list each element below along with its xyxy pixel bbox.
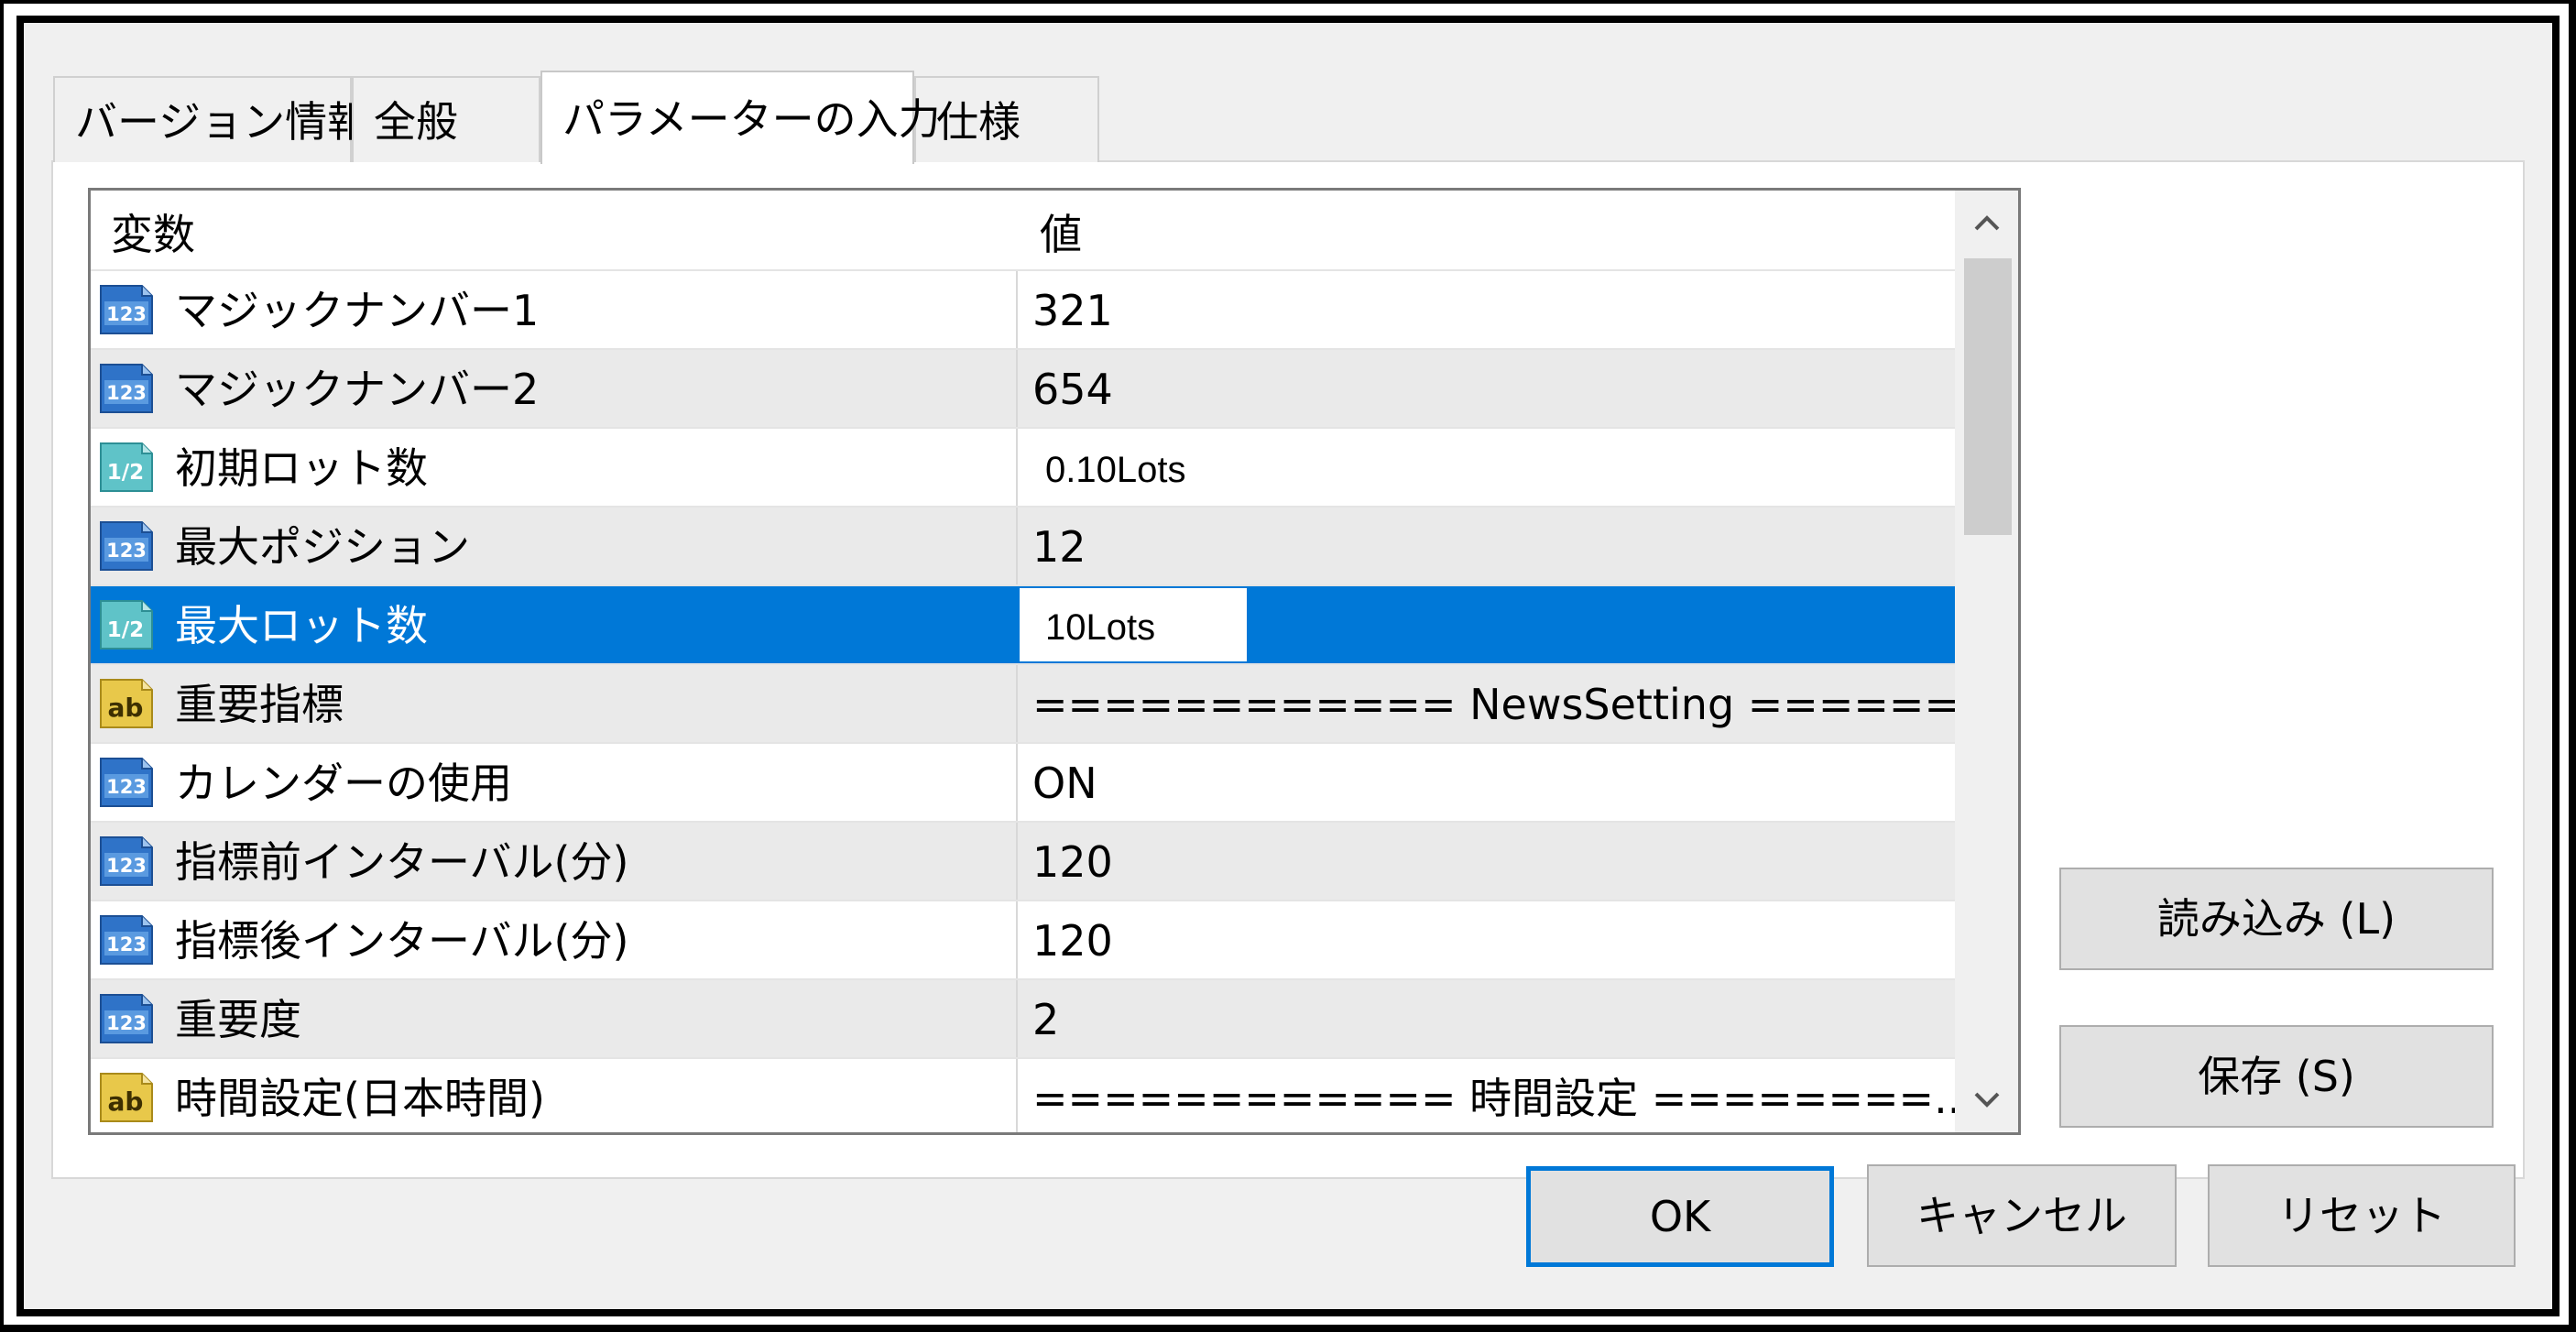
variable-name: マジックナンバー1	[175, 286, 540, 335]
value-cell[interactable]: ============ NewsSetting ======...	[1018, 665, 1955, 742]
double-half-icon: 1/2	[98, 598, 155, 651]
svg-text:123: 123	[106, 1012, 147, 1034]
variable-name-cell[interactable]: 123 重要度	[91, 980, 1018, 1057]
scroll-up-arrow-icon[interactable]	[1955, 191, 2018, 255]
svg-text:ab: ab	[108, 1086, 144, 1117]
tab-input-parameters[interactable]: パラメーターの入力	[540, 71, 941, 164]
load-button[interactable]: 読み込み (L)	[2059, 868, 2494, 970]
variable-name-cell[interactable]: 1/2 最大ロット数	[91, 586, 1018, 663]
variable-name-cell[interactable]: 123 指標前インターバル(分)	[91, 823, 1018, 900]
int-123-icon: 123	[98, 913, 155, 966]
int-123-icon: 123	[98, 992, 155, 1045]
table-row[interactable]: 123 重要度 2	[91, 978, 1955, 1057]
tab-label: 全般	[374, 97, 458, 147]
variable-name: 時間設定(日本時間)	[175, 1074, 545, 1123]
variable-name-cell[interactable]: ab 時間設定(日本時間)	[91, 1059, 1018, 1132]
value-cell[interactable]: 2	[1018, 980, 1955, 1057]
tab-general[interactable]: 全般	[352, 76, 540, 162]
cancel-button-label: キャンセル	[1916, 1191, 2127, 1240]
int-123-icon: 123	[98, 283, 155, 336]
column-header-value[interactable]: 値	[1018, 191, 1955, 269]
table-row[interactable]: 123 指標後インターバル(分) 120	[91, 900, 1955, 978]
variable-name-cell[interactable]: 123 最大ポジション	[91, 508, 1018, 584]
svg-text:1/2: 1/2	[107, 618, 144, 642]
variable-name: 重要指標	[175, 680, 344, 729]
variable-name: 指標前インターバル(分)	[175, 837, 629, 887]
reset-button[interactable]: リセット	[2208, 1164, 2516, 1267]
value-edit-field[interactable]: 0.10Lots	[1020, 431, 1241, 504]
save-button-label: 保存 (S)	[2198, 1052, 2355, 1101]
variable-name: カレンダーの使用	[175, 759, 512, 808]
variable-name-cell[interactable]: 123 マジックナンバー1	[91, 271, 1018, 348]
int-123-icon: 123	[98, 835, 155, 888]
tab-specification[interactable]: 仕様	[914, 76, 1099, 162]
scroll-down-arrow-icon[interactable]	[1955, 1068, 2018, 1132]
ok-button[interactable]: OK	[1526, 1166, 1834, 1267]
variable-name-cell[interactable]: 123 マジックナンバー2	[91, 350, 1018, 427]
column-header-variable[interactable]: 変数	[91, 191, 1018, 269]
ea-properties-dialog: バージョン情報 全般 パラメーターの入力 仕様 変数 値 123 マジックナンバー…	[24, 23, 2552, 1309]
column-header-label: 変数	[111, 210, 195, 259]
int-123-icon: 123	[98, 756, 155, 809]
table-row[interactable]: ab 重要指標 ============ NewsSetting ======...	[91, 663, 1955, 742]
svg-text:1/2: 1/2	[107, 461, 144, 485]
svg-text:123: 123	[106, 855, 147, 877]
svg-text:123: 123	[106, 540, 147, 562]
value-cell[interactable]: ON	[1018, 744, 1955, 821]
tab-label: バージョン情報	[75, 97, 370, 147]
scroll-thumb[interactable]	[1964, 258, 2012, 535]
parameters-table: 変数 値 123 マジックナンバー1 321 123 マジックナンバー2 654 1/2 初期…	[88, 188, 2021, 1135]
reset-button-label: リセット	[2277, 1191, 2446, 1240]
table-row[interactable]: 123 最大ポジション 12	[91, 506, 1955, 584]
table-row[interactable]: 1/2 初期ロット数 0.10Lots	[91, 427, 1955, 506]
cancel-button[interactable]: キャンセル	[1867, 1164, 2177, 1267]
value-cell[interactable]: 654	[1018, 350, 1955, 427]
table-row[interactable]: 1/2 最大ロット数 10Lots	[91, 584, 1955, 663]
int-123-icon: 123	[98, 519, 155, 573]
variable-name: マジックナンバー2	[175, 365, 540, 414]
svg-text:123: 123	[106, 933, 147, 955]
load-button-label: 読み込み (L)	[2156, 894, 2396, 944]
variable-name: 最大ポジション	[175, 522, 470, 572]
variable-name: 最大ロット数	[175, 601, 428, 650]
ok-button-label: OK	[1649, 1192, 1711, 1241]
string-ab-icon: ab	[98, 677, 155, 730]
value-cell[interactable]: 120	[1018, 901, 1955, 978]
table-row[interactable]: 123 マジックナンバー2 654	[91, 348, 1955, 427]
table-row[interactable]: 123 マジックナンバー1 321	[91, 269, 1955, 348]
save-button[interactable]: 保存 (S)	[2059, 1025, 2494, 1128]
table-row[interactable]: 123 カレンダーの使用 ON	[91, 742, 1955, 821]
value-cell[interactable]: ============ 時間設定 ========...	[1018, 1059, 1955, 1132]
svg-text:123: 123	[106, 382, 147, 404]
variable-name-cell[interactable]: 1/2 初期ロット数	[91, 429, 1018, 506]
variable-name: 指標後インターバル(分)	[175, 916, 629, 966]
variable-name: 初期ロット数	[175, 443, 428, 493]
svg-text:123: 123	[106, 303, 147, 325]
string-ab-icon: ab	[98, 1071, 155, 1124]
tab-version-info[interactable]: バージョン情報	[53, 76, 369, 162]
column-header-label: 値	[1040, 210, 1082, 259]
vertical-scrollbar[interactable]	[1955, 191, 2018, 1132]
table-row[interactable]: 123 指標前インターバル(分) 120	[91, 821, 1955, 900]
svg-text:ab: ab	[108, 693, 144, 723]
tab-label: パラメーターの入力	[562, 94, 941, 144]
value-cell[interactable]: 120	[1018, 823, 1955, 900]
value-edit-field[interactable]: 10Lots	[1020, 588, 1247, 661]
double-half-icon: 1/2	[98, 441, 155, 494]
variable-name-cell[interactable]: 123 カレンダーの使用	[91, 744, 1018, 821]
table-row[interactable]: ab 時間設定(日本時間) ============ 時間設定 ========..…	[91, 1057, 1955, 1132]
variable-name-cell[interactable]: 123 指標後インターバル(分)	[91, 901, 1018, 978]
value-cell[interactable]: 12	[1018, 508, 1955, 584]
tab-label: 仕様	[936, 97, 1021, 147]
variable-name-cell[interactable]: ab 重要指標	[91, 665, 1018, 742]
value-cell[interactable]: 321	[1018, 271, 1955, 348]
variable-name: 重要度	[175, 995, 301, 1044]
int-123-icon: 123	[98, 362, 155, 415]
svg-text:123: 123	[106, 776, 147, 798]
